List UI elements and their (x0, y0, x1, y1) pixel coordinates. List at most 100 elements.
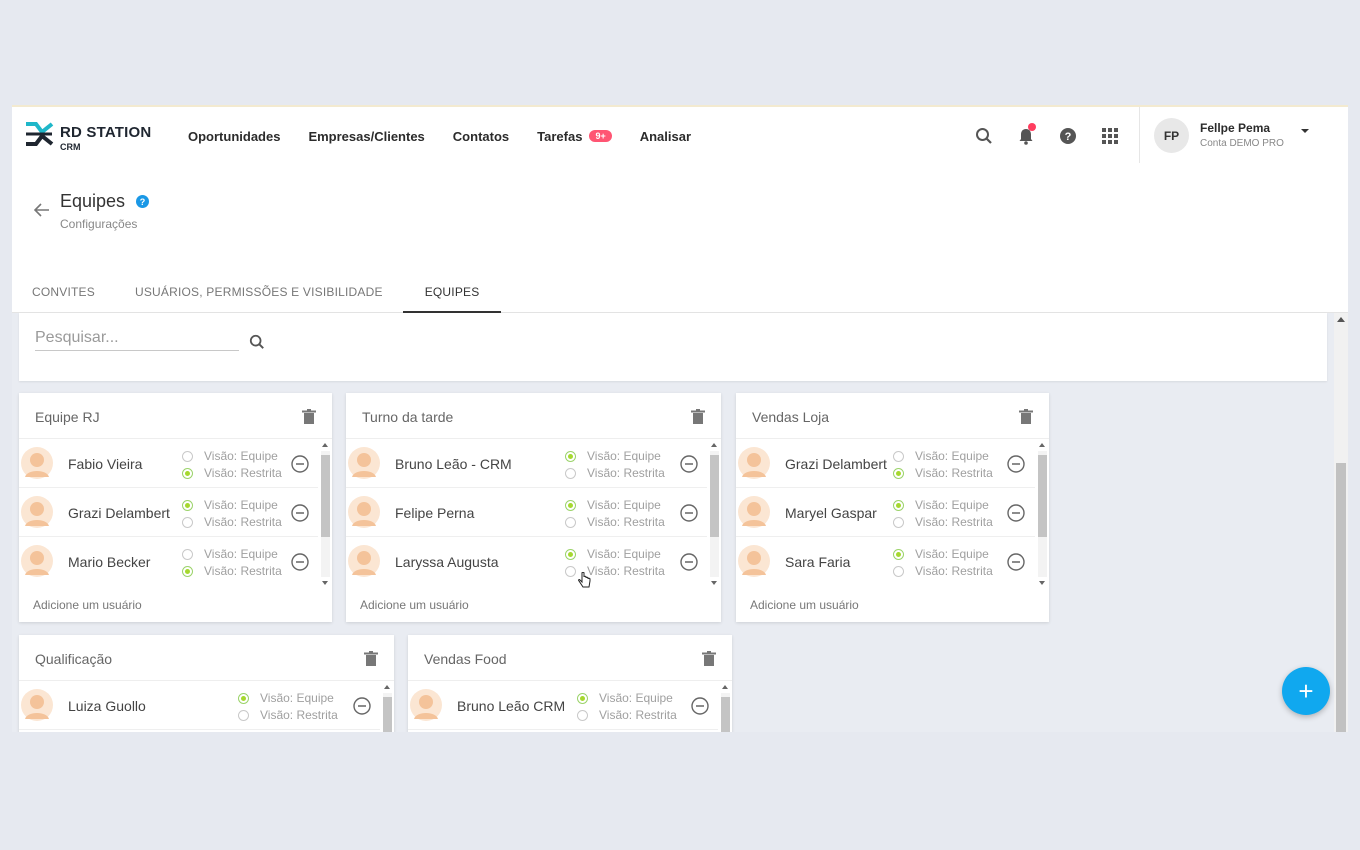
visibility-restricted-radio[interactable] (565, 517, 576, 528)
visibility-restricted-radio[interactable] (182, 468, 193, 479)
breadcrumb-configuracoes[interactable]: Configurações (60, 217, 137, 231)
visibility-team-radio[interactable] (238, 693, 249, 704)
trash-icon[interactable] (1019, 409, 1033, 430)
visibility-team-radio[interactable] (182, 500, 193, 511)
scroll-thumb[interactable] (721, 697, 730, 732)
scroll-up-arrow[interactable] (722, 685, 728, 689)
visibility-team-option[interactable]: Visão: Equipe (893, 448, 993, 465)
visibility-team-radio[interactable] (893, 549, 904, 560)
scroll-up-arrow[interactable] (1039, 443, 1045, 447)
caret-down-icon[interactable] (1300, 127, 1310, 135)
visibility-team-option[interactable]: Visão: Equipe (182, 448, 282, 465)
scroll-thumb[interactable] (383, 697, 392, 732)
visibility-team-radio[interactable] (182, 549, 193, 560)
visibility-restricted-radio[interactable] (565, 468, 576, 479)
add-user-link[interactable]: Adicione um usuário (33, 598, 142, 612)
remove-member-icon[interactable] (291, 455, 309, 473)
nav-tarefas[interactable]: Tarefas 9+ (537, 129, 612, 144)
visibility-team-option[interactable]: Visão: Equipe (565, 497, 665, 514)
scroll-down-arrow[interactable] (322, 581, 328, 585)
rd-station-logo[interactable]: RD STATION CRM (24, 119, 154, 153)
visibility-team-option[interactable]: Visão: Equipe (577, 690, 677, 707)
scroll-up-arrow[interactable] (1337, 317, 1345, 322)
visibility-restricted-option[interactable]: Visão: Restrita (565, 465, 665, 482)
nav-oportunidades[interactable]: Oportunidades (188, 129, 280, 144)
scroll-down-arrow[interactable] (1039, 581, 1045, 585)
visibility-team-option[interactable]: Visão: Equipe (238, 690, 338, 707)
visibility-restricted-option[interactable]: Visão: Restrita (577, 707, 677, 724)
tab-equipes[interactable]: EQUIPES (402, 273, 502, 313)
visibility-team-radio[interactable] (182, 451, 193, 462)
back-arrow-icon[interactable] (34, 203, 50, 217)
trash-icon[interactable] (302, 409, 316, 430)
visibility-restricted-radio[interactable] (182, 517, 193, 528)
scroll-up-arrow[interactable] (711, 443, 717, 447)
visibility-restricted-option[interactable]: Visão: Restrita (182, 514, 282, 531)
search-icon[interactable] (972, 124, 996, 148)
remove-member-icon[interactable] (291, 553, 309, 571)
apps-grid-icon[interactable] (1098, 124, 1122, 148)
user-menu[interactable]: FP Fellpe Pema Conta DEMO PRO (1139, 107, 1348, 165)
visibility-team-option[interactable]: Visão: Equipe (893, 546, 993, 563)
search-input[interactable] (35, 325, 239, 351)
add-user-link[interactable]: Adicione um usuário (750, 598, 859, 612)
trash-icon[interactable] (702, 651, 716, 672)
members-scrollbar[interactable] (708, 441, 719, 587)
visibility-restricted-radio[interactable] (893, 517, 904, 528)
visibility-restricted-radio[interactable] (238, 710, 249, 721)
page-scroll-thumb[interactable] (1336, 463, 1346, 732)
visibility-team-radio[interactable] (565, 451, 576, 462)
visibility-restricted-radio[interactable] (893, 468, 904, 479)
tab-convites[interactable]: CONVITES (12, 273, 115, 313)
members-scrollbar[interactable] (719, 683, 730, 732)
visibility-team-radio[interactable] (893, 451, 904, 462)
add-user-link[interactable]: Adicione um usuário (360, 598, 469, 612)
visibility-team-option[interactable]: Visão: Equipe (565, 448, 665, 465)
members-scrollbar[interactable] (381, 683, 392, 732)
scroll-up-arrow[interactable] (384, 685, 390, 689)
members-scrollbar[interactable] (319, 441, 330, 587)
scroll-thumb[interactable] (321, 455, 330, 537)
visibility-restricted-radio[interactable] (893, 566, 904, 577)
help-icon[interactable]: ? (1056, 124, 1080, 148)
remove-member-icon[interactable] (291, 504, 309, 522)
visibility-team-radio[interactable] (893, 500, 904, 511)
visibility-team-radio[interactable] (577, 693, 588, 704)
add-team-button[interactable]: + (1282, 667, 1330, 715)
scroll-thumb[interactable] (1038, 455, 1047, 537)
bell-icon[interactable] (1014, 123, 1038, 148)
visibility-restricted-option[interactable]: Visão: Restrita (238, 707, 338, 724)
remove-member-icon[interactable] (353, 697, 371, 715)
visibility-restricted-option[interactable]: Visão: Restrita (893, 563, 993, 580)
visibility-team-option[interactable]: Visão: Equipe (182, 497, 282, 514)
visibility-restricted-option[interactable]: Visão: Restrita (893, 465, 993, 482)
scroll-thumb[interactable] (710, 455, 719, 537)
members-scrollbar[interactable] (1036, 441, 1047, 587)
trash-icon[interactable] (691, 409, 705, 430)
visibility-restricted-option[interactable]: Visão: Restrita (182, 465, 282, 482)
visibility-restricted-radio[interactable] (577, 710, 588, 721)
visibility-team-radio[interactable] (565, 500, 576, 511)
remove-member-icon[interactable] (680, 504, 698, 522)
remove-member-icon[interactable] (1007, 455, 1025, 473)
page-scrollbar[interactable] (1334, 313, 1348, 732)
remove-member-icon[interactable] (691, 697, 709, 715)
visibility-restricted-option[interactable]: Visão: Restrita (182, 563, 282, 580)
remove-member-icon[interactable] (680, 455, 698, 473)
nav-analisar[interactable]: Analisar (640, 129, 691, 144)
remove-member-icon[interactable] (1007, 504, 1025, 522)
trash-icon[interactable] (364, 651, 378, 672)
nav-empresas-clientes[interactable]: Empresas/Clientes (308, 129, 424, 144)
visibility-team-option[interactable]: Visão: Equipe (182, 546, 282, 563)
scroll-up-arrow[interactable] (322, 443, 328, 447)
visibility-team-radio[interactable] (565, 549, 576, 560)
help-circle-icon[interactable]: ? (136, 195, 149, 208)
visibility-team-option[interactable]: Visão: Equipe (893, 497, 993, 514)
nav-contatos[interactable]: Contatos (453, 129, 509, 144)
remove-member-icon[interactable] (680, 553, 698, 571)
tab-usuarios-permissoes[interactable]: USUÁRIOS, PERMISSÕES E VISIBILIDADE (115, 273, 403, 313)
visibility-team-option[interactable]: Visão: Equipe (565, 546, 665, 563)
remove-member-icon[interactable] (1007, 553, 1025, 571)
visibility-restricted-option[interactable]: Visão: Restrita (565, 514, 665, 531)
visibility-restricted-radio[interactable] (565, 566, 576, 577)
